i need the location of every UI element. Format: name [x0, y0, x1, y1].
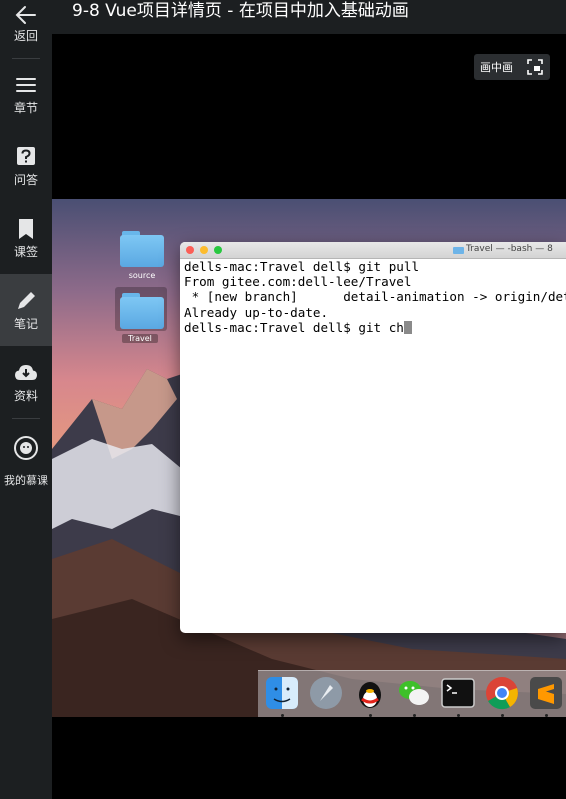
picture-in-picture-button[interactable]: 画中画	[474, 54, 550, 80]
sidebar: 返回 章节 问答 课签 笔记 资料 我的慕课	[0, 0, 52, 799]
dock	[258, 670, 566, 717]
running-indicator	[369, 714, 372, 717]
sidebar-divider	[12, 418, 40, 419]
page-title: 9-8 Vue项目详情页 - 在项目中加入基础动画	[72, 1, 409, 21]
back-arrow-icon	[15, 6, 36, 24]
running-indicator	[281, 714, 284, 717]
zoom-icon[interactable]	[214, 246, 222, 254]
top-bar: 9-8 Vue项目详情页 - 在项目中加入基础动画	[52, 0, 566, 34]
sidebar-item-label: 资料	[13, 389, 38, 403]
terminal-title: Travel — -bash — 8	[466, 244, 553, 254]
terminal-line: Already up-to-date.	[184, 304, 329, 320]
terminal-line: From gitee.com:dell-lee/Travel	[184, 274, 412, 290]
finder-icon[interactable]	[264, 675, 300, 711]
running-indicator	[457, 714, 460, 717]
running-indicator	[501, 714, 504, 717]
terminal-line: * [new branch] detail-animation -> origi…	[191, 289, 566, 305]
sidebar-item-label: 笔记	[13, 317, 38, 331]
cloud-download-icon	[15, 365, 37, 380]
sidebar-item-bookmark[interactable]: 课签	[0, 206, 52, 278]
close-icon[interactable]	[186, 246, 194, 254]
source-folder-icon[interactable]	[120, 231, 164, 267]
running-indicator	[413, 714, 416, 717]
terminal-line: dells-mac:Travel dell$ git ch	[184, 319, 404, 335]
folder-label: Travel	[122, 334, 158, 343]
wechat-icon[interactable]	[396, 675, 432, 711]
sidebar-item-qa[interactable]: 问答	[0, 134, 52, 206]
folder-label: source	[128, 271, 156, 280]
sidebar-item-resources[interactable]: 资料	[0, 350, 52, 422]
sidebar-item-label: 课签	[13, 245, 38, 259]
question-icon	[17, 147, 35, 165]
terminal-window[interactable]: Travel — -bash — 8 dells-mac:Travel dell…	[180, 242, 566, 633]
sidebar-item-label: 章节	[13, 101, 38, 115]
sidebar-item-chapters[interactable]: 章节	[0, 62, 52, 134]
running-indicator	[545, 714, 548, 717]
sidebar-item-label: 问答	[13, 173, 38, 187]
pencil-icon	[18, 292, 35, 309]
terminal-line: dells-mac:Travel dell$ git pull	[184, 259, 420, 274]
sublime-icon[interactable]	[528, 675, 564, 711]
mooc-avatar-icon	[14, 436, 38, 460]
terminal-icon[interactable]	[440, 675, 476, 711]
sidebar-item-my-mooc[interactable]: 我的慕课	[0, 424, 52, 496]
text-cursor	[403, 320, 412, 334]
pip-icon	[527, 59, 543, 75]
bookmark-icon	[19, 219, 33, 239]
back-label: 返回	[13, 29, 38, 43]
chrome-icon[interactable]	[484, 675, 520, 711]
terminal-output[interactable]: dells-mac:Travel dell$ git pull From gite…	[184, 259, 566, 335]
travel-folder-icon[interactable]	[120, 293, 164, 329]
pip-label: 画中画	[480, 61, 513, 74]
qq-icon[interactable]	[352, 675, 388, 711]
folder-icon	[453, 247, 464, 254]
sidebar-item-notes[interactable]: 笔记	[0, 274, 52, 346]
minimize-icon[interactable]	[200, 246, 208, 254]
terminal-titlebar: Travel — -bash — 8	[180, 242, 566, 259]
launchpad-icon[interactable]	[308, 675, 344, 711]
sidebar-divider	[12, 58, 40, 59]
menu-icon	[16, 78, 36, 92]
terminal-prompt-line: dells-mac:Travel dell$ git ch	[184, 320, 566, 335]
sidebar-item-label: 我的慕课	[4, 474, 48, 487]
